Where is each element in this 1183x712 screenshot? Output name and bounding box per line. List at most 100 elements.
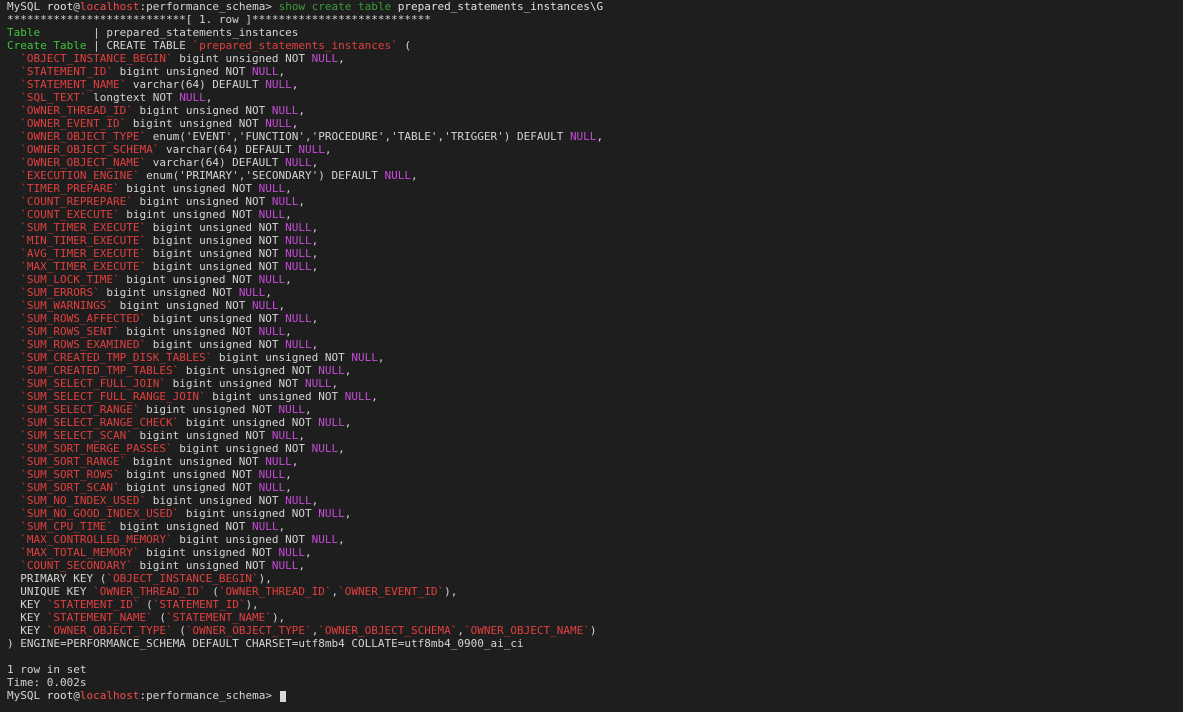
key-text: ( <box>205 585 219 598</box>
key-line: KEY `STATEMENT_ID` (`STATEMENT_ID`), <box>7 598 1183 611</box>
column-line: `OWNER_EVENT_ID` bigint unsigned NOT NUL… <box>7 117 1183 130</box>
column-tail: , <box>285 468 292 481</box>
column-name: `SUM_SORT_MERGE_PASSES` <box>20 442 173 455</box>
column-line: `OWNER_OBJECT_TYPE` enum('EVENT','FUNCTI… <box>7 130 1183 143</box>
key-text: ), <box>444 585 458 598</box>
column-name: `MAX_TIMER_EXECUTE` <box>20 260 147 273</box>
prompt-host: localhost <box>79 689 140 702</box>
column-type: bigint unsigned NOT <box>119 273 259 286</box>
terminal-window[interactable]: MySQL root@localhost:performance_schema>… <box>0 0 1183 702</box>
null-keyword: NULL <box>285 221 312 234</box>
column-type: bigint unsigned NOT <box>179 364 319 377</box>
key-identifier: `OBJECT_INSTANCE_BEGIN` <box>106 572 259 585</box>
null-keyword: NULL <box>278 546 306 559</box>
null-keyword: NULL <box>238 286 266 299</box>
column-tail: , <box>278 65 286 78</box>
column-name: `SUM_SELECT_RANGE` <box>20 403 140 416</box>
column-name: `STATEMENT_NAME` <box>20 78 127 91</box>
null-keyword: NULL <box>285 338 312 351</box>
key-text: KEY <box>7 624 47 637</box>
column-line: `SUM_SORT_ROWS` bigint unsigned NOT NULL… <box>7 468 1183 481</box>
column-name: `SUM_NO_INDEX_USED` <box>20 494 147 507</box>
column-type: bigint unsigned NOT <box>119 208 259 221</box>
key-definitions: PRIMARY KEY (`OBJECT_INSTANCE_BEGIN`), U… <box>7 572 1183 637</box>
column-tail: , <box>311 494 319 507</box>
prompt-line[interactable]: MySQL root@localhost:performance_schema> <box>7 689 1183 702</box>
column-type: varchar(64) DEFAULT <box>146 156 286 169</box>
null-keyword: NULL <box>344 390 372 403</box>
key-identifier: `STATEMENT_ID` <box>152 598 246 611</box>
rows-in-set: 1 row in set <box>7 663 87 676</box>
null-keyword: NULL <box>265 78 292 91</box>
key-text: ( <box>172 624 186 637</box>
null-keyword: NULL <box>298 143 325 156</box>
column-type: bigint unsigned NOT <box>132 195 272 208</box>
column-name: `OWNER_OBJECT_TYPE` <box>20 130 147 143</box>
column-tail: , <box>596 130 604 143</box>
column-line: `MAX_TIMER_EXECUTE` bigint unsigned NOT … <box>7 260 1183 273</box>
column-tail: , <box>291 117 299 130</box>
column-name: `TIMER_PREPARE` <box>20 182 120 195</box>
prompt-user: root <box>46 689 74 702</box>
column-line: `SUM_ROWS_EXAMINED` bigint unsigned NOT … <box>7 338 1183 351</box>
column-name: `SUM_ERRORS` <box>20 286 100 299</box>
column-line: `COUNT_EXECUTE` bigint unsigned NOT NULL… <box>7 208 1183 221</box>
column-tail: , <box>311 312 319 325</box>
column-line: `SUM_ROWS_SENT` bigint unsigned NOT NULL… <box>7 325 1183 338</box>
column-line: `SUM_SELECT_RANGE_CHECK` bigint unsigned… <box>7 416 1183 429</box>
null-keyword: NULL <box>351 351 378 364</box>
column-name: `SUM_SELECT_RANGE_CHECK` <box>20 416 180 429</box>
column-name: `SUM_CPU_TIME` <box>20 520 113 533</box>
null-keyword: NULL <box>179 91 206 104</box>
column-type: bigint unsigned NOT <box>119 182 259 195</box>
column-line: `OWNER_OBJECT_SCHEMA` varchar(64) DEFAUL… <box>7 143 1183 156</box>
column-line: `SUM_CPU_TIME` bigint unsigned NOT NULL, <box>7 520 1183 533</box>
column-line: `SUM_SELECT_FULL_RANGE_JOIN` bigint unsi… <box>7 390 1183 403</box>
column-type: bigint unsigned NOT <box>139 546 279 559</box>
column-name: `SUM_SORT_RANGE` <box>20 455 127 468</box>
query-time: Time: 0.002s <box>7 676 87 689</box>
column-name: `SUM_WARNINGS` <box>20 299 113 312</box>
column-type: varchar(64) DEFAULT <box>126 78 266 91</box>
column-name: `OBJECT_INSTANCE_BEGIN` <box>20 52 173 65</box>
column-tail: , <box>278 299 286 312</box>
key-identifier: `STATEMENT_NAME` <box>165 611 272 624</box>
column-type: bigint unsigned NOT <box>165 377 306 390</box>
engine-line: ) ENGINE=PERFORMANCE_SCHEMA DEFAULT CHAR… <box>7 637 524 650</box>
null-keyword: NULL <box>318 416 345 429</box>
column-name: `SQL_TEXT` <box>20 91 87 104</box>
column-type: bigint unsigned NOT <box>172 533 312 546</box>
text-cursor[interactable] <box>279 690 286 702</box>
column-tail: , <box>371 390 378 403</box>
column-type: bigint unsigned NOT <box>172 52 312 65</box>
column-type: varchar(64) DEFAULT <box>159 143 299 156</box>
null-keyword: NULL <box>285 494 312 507</box>
column-name: `SUM_ROWS_SENT` <box>20 325 120 338</box>
column-line: `SUM_SORT_SCAN` bigint unsigned NOT NULL… <box>7 481 1183 494</box>
column-type: bigint unsigned NOT <box>146 494 286 507</box>
column-line: `SUM_LOCK_TIME` bigint unsigned NOT NULL… <box>7 273 1183 286</box>
column-tail: , <box>285 325 292 338</box>
command-table: prepared_statements_instances\G <box>397 0 604 13</box>
prompt-host: localhost <box>79 0 140 13</box>
column-name: `OWNER_OBJECT_SCHEMA` <box>20 143 160 156</box>
column-line: `OWNER_OBJECT_NAME` varchar(64) DEFAULT … <box>7 156 1183 169</box>
prompt-schema: performance_schema <box>146 689 266 702</box>
result-table-label: Table <box>7 26 41 39</box>
null-keyword: NULL <box>285 260 312 273</box>
column-name: `STATEMENT_ID` <box>20 65 113 78</box>
column-type: bigint unsigned NOT <box>172 442 312 455</box>
column-type: bigint unsigned NOT <box>99 286 239 299</box>
column-line: `MAX_TOTAL_MEMORY` bigint unsigned NOT N… <box>7 546 1183 559</box>
column-line: `TIMER_PREPARE` bigint unsigned NOT NULL… <box>7 182 1183 195</box>
column-line: `STATEMENT_ID` bigint unsigned NOT NULL, <box>7 65 1183 78</box>
null-keyword: NULL <box>258 208 286 221</box>
column-tail: , <box>311 234 319 247</box>
column-type: bigint unsigned NOT <box>179 416 319 429</box>
column-tail: , <box>285 481 292 494</box>
column-line: `SUM_NO_INDEX_USED` bigint unsigned NOT … <box>7 494 1183 507</box>
null-keyword: NULL <box>252 65 279 78</box>
column-name: `SUM_SORT_SCAN` <box>20 481 120 494</box>
column-name: `SUM_SELECT_FULL_RANGE_JOIN` <box>20 390 206 403</box>
